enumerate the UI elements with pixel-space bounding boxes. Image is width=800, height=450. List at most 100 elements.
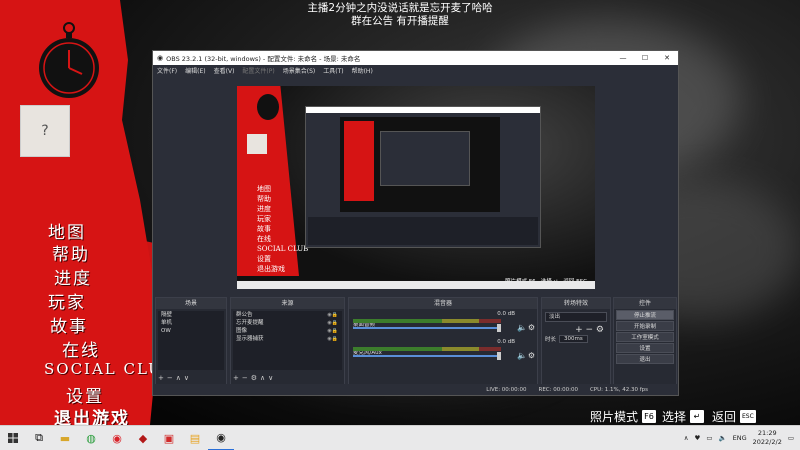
eye-lock-icon[interactable]: ◉🔒 — [327, 327, 338, 335]
obs-preview[interactable]: 地图帮助进度玩家故事在线SOCIAL CLUB设置退出游戏 照片模式 F6 选择… — [237, 86, 595, 289]
scenes-title: 场景 — [156, 298, 226, 309]
tray-app-icon[interactable]: ♥ — [695, 434, 701, 442]
rec-time: REC: 00:00:00 — [538, 386, 578, 393]
sources-list: 群公告 ◉🔒 忘开麦提醒 ◉🔒 图像 ◉🔒 显示器捕获 ◉🔒 — [233, 311, 342, 370]
mixer-panel: 混音器 桌面音频 0.0 dB 🔈 ⚙ 麦克风/Aux 0.0 dB 🔈 ⚙ — [348, 297, 538, 385]
chrome-icon[interactable]: ◍ — [78, 426, 104, 450]
track-db: 0.0 dB — [497, 311, 515, 317]
studio-mode-button[interactable]: 工作室模式 — [616, 332, 674, 342]
obs-title-text: OBS 23.2.1 (32-bit, windows) - 配置文件: 未命名… — [166, 55, 361, 63]
key-f6: F6 — [642, 410, 657, 423]
mixer-title: 混音器 — [349, 298, 537, 309]
task-view-icon[interactable]: ⧉ — [26, 426, 52, 450]
windows-start-icon[interactable] — [0, 426, 26, 450]
menu-file[interactable]: 文件(F) — [157, 66, 177, 75]
netease-music-icon[interactable]: ◉ — [104, 426, 130, 450]
hint-label: 照片模式 — [590, 410, 639, 424]
gear-icon[interactable]: ⚙ — [528, 351, 535, 360]
scenes-toolbar[interactable]: +−∧∨ — [158, 374, 192, 382]
obs-menubar: 文件(F) 编辑(E) 查看(V) 配置文件(P) 场景集合(S) 工具(T) … — [153, 65, 678, 76]
menu-help[interactable]: 帮助 — [52, 240, 90, 265]
game-screen: ? 主播2分钟之内没说话就是忘开麦了哈哈 群在公告 有开播提醒 地图 帮助 进度… — [0, 0, 800, 450]
sources-panel: 来源 群公告 ◉🔒 忘开麦提醒 ◉🔒 图像 ◉🔒 显示器捕获 ◉🔒 +−⚙∧∨ — [230, 297, 345, 385]
obs-titlebar[interactable]: ◉ OBS 23.2.1 (32-bit, windows) - 配置文件: 未… — [153, 51, 678, 65]
duration-input[interactable]: 300ms — [559, 335, 588, 343]
scene-item[interactable]: OW — [158, 327, 224, 335]
network-icon[interactable]: ▭ — [706, 434, 712, 442]
volume-slider[interactable] — [353, 327, 501, 329]
transitions-title: 转场特效 — [542, 298, 610, 309]
key-enter: ↵ — [690, 410, 705, 423]
menu-scene-collection[interactable]: 场景集合(S) — [283, 66, 316, 75]
sources-title: 来源 — [231, 298, 344, 309]
source-item[interactable]: 显示器捕获 ◉🔒 — [233, 335, 342, 343]
eye-lock-icon[interactable]: ◉🔒 — [327, 335, 338, 343]
taskbar: ⧉ ▬ ◍ ◉ ◆ ▣ ▤ ◉ ∧ ♥ ▭ 🔈 ENG 21:29 2022/2… — [0, 425, 800, 450]
menu-view[interactable]: 查看(V) — [214, 66, 235, 75]
cpu-fps: CPU: 1.1%, 42.30 fps — [589, 386, 648, 393]
eye-lock-icon[interactable]: ◉🔒 — [327, 311, 338, 319]
menu-progress[interactable]: 进度 — [54, 264, 92, 289]
source-item[interactable]: 图像 ◉🔒 — [233, 327, 342, 335]
menu-online[interactable]: 在线 — [62, 336, 100, 361]
menu-story[interactable]: 故事 — [50, 312, 88, 337]
volume-knob[interactable] — [497, 324, 501, 332]
speaker-icon[interactable]: 🔈 — [517, 323, 527, 332]
notification-icon[interactable]: ▭ — [788, 434, 794, 442]
transition-select[interactable]: 淡出 — [545, 312, 607, 322]
overlay-line-2: 群在公告 有开播提醒 — [351, 15, 449, 27]
menu-help[interactable]: 帮助(H) — [352, 66, 373, 75]
sublime-icon[interactable]: ▤ — [182, 426, 208, 450]
back-hint[interactable]: 返回 ESC — [712, 408, 756, 425]
scene-item[interactable]: 隔壁 — [158, 311, 224, 319]
menu-edit[interactable]: 编辑(E) — [185, 66, 205, 75]
game-launcher-icon[interactable]: ◆ — [130, 426, 156, 450]
taskbar-clock[interactable]: 21:29 2022/2/2 — [753, 429, 782, 447]
clock-time: 21:29 — [757, 429, 777, 437]
menu-players[interactable]: 玩家 — [48, 288, 86, 313]
maximize-icon[interactable]: ☐ — [634, 54, 656, 62]
obs-statusbar: LIVE: 00:00:00 REC: 00:00:00 CPU: 1.1%, … — [153, 384, 678, 395]
key-esc: ESC — [740, 410, 756, 423]
input-language[interactable]: ENG — [733, 434, 747, 442]
controls-panel: 控件 停止推流 开始录制 工作室模式 设置 退出 — [613, 297, 677, 385]
menu-profile[interactable]: 配置文件(P) — [242, 66, 274, 75]
source-item[interactable]: 忘开麦提醒 ◉🔒 — [233, 319, 342, 327]
volume-slider[interactable] — [353, 355, 501, 357]
start-recording-button[interactable]: 开始录制 — [616, 321, 674, 331]
player-avatar[interactable]: ? — [20, 105, 70, 157]
sources-toolbar[interactable]: +−⚙∧∨ — [233, 374, 276, 382]
clock-date: 2022/2/2 — [752, 438, 782, 446]
transition-add-remove[interactable]: + − ⚙ — [542, 325, 610, 335]
stop-streaming-button[interactable]: 停止推流 — [616, 310, 674, 320]
obs-window[interactable]: ◉ OBS 23.2.1 (32-bit, windows) - 配置文件: 未… — [152, 50, 679, 396]
minimize-icon[interactable]: — — [612, 54, 634, 62]
track-db: 0.0 dB — [497, 339, 515, 345]
volume-meter — [353, 347, 501, 351]
menu-tools[interactable]: 工具(T) — [323, 66, 343, 75]
settings-button[interactable]: 设置 — [616, 343, 674, 353]
obs-logo-icon: ◉ — [157, 54, 164, 62]
obs-taskbar-icon[interactable]: ◉ — [208, 426, 234, 450]
preview-menu-text: 地图 帮助 进度 玩家 故事 在线 SOCIAL CLUB 设置 退出游戏 — [257, 185, 309, 273]
speaker-icon[interactable]: 🔈 — [517, 351, 527, 360]
volume-icon[interactable]: 🔈 — [719, 434, 727, 442]
hint-label: 选择 — [662, 410, 687, 424]
volume-knob[interactable] — [497, 352, 501, 360]
exit-button[interactable]: 退出 — [616, 354, 674, 364]
close-icon[interactable]: ✕ — [656, 54, 678, 62]
pocket-watch-icon — [39, 22, 99, 98]
file-explorer-icon[interactable]: ▬ — [52, 426, 78, 450]
transitions-panel: 转场特效 淡出 + − ⚙ 时长 300ms — [541, 297, 611, 385]
app-icon[interactable]: ▣ — [156, 426, 182, 450]
system-tray: ∧ ♥ ▭ 🔈 ENG 21:29 2022/2/2 ▭ — [684, 429, 800, 447]
gear-icon[interactable]: ⚙ — [528, 323, 535, 332]
scenes-panel: 场景 隔壁 单机 OW +−∧∨ — [155, 297, 227, 385]
source-item[interactable]: 群公告 ◉🔒 — [233, 311, 342, 319]
preview-nested-obs — [305, 106, 541, 248]
photo-mode-hint[interactable]: 照片模式 F6 — [590, 408, 657, 425]
eye-lock-icon[interactable]: ◉🔒 — [327, 319, 338, 327]
tray-chevron-icon[interactable]: ∧ — [684, 434, 689, 442]
select-hint[interactable]: 选择 ↵ — [662, 408, 705, 425]
scene-item[interactable]: 单机 — [158, 319, 224, 327]
